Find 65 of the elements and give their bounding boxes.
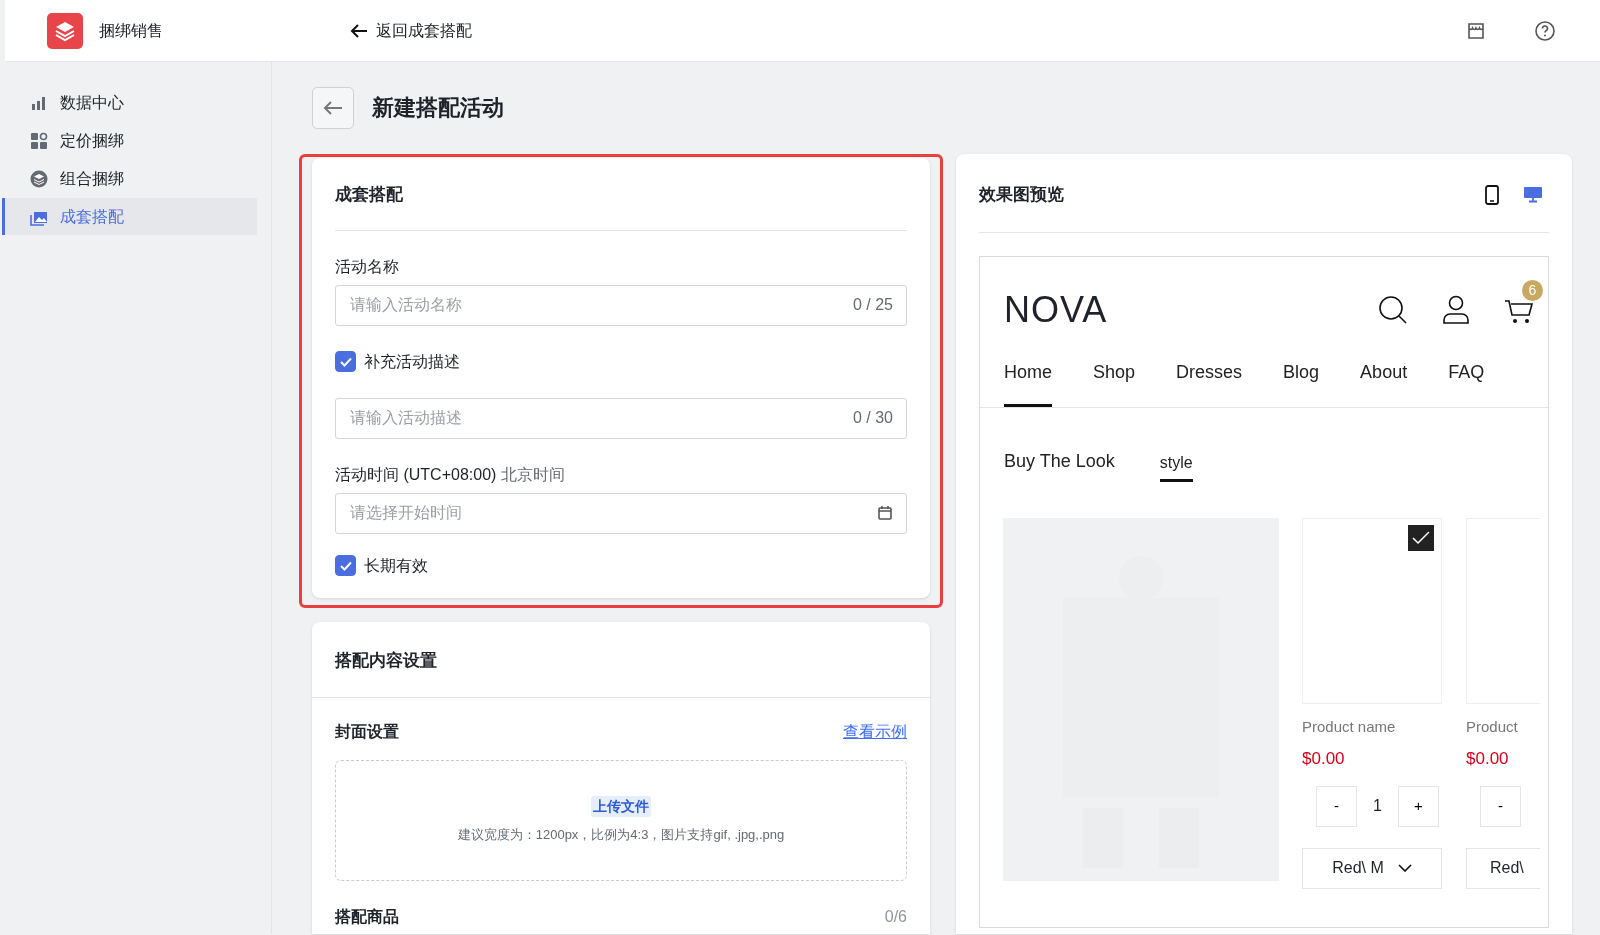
store-icon[interactable] [1466,20,1486,41]
arrow-left-icon [350,22,368,39]
calendar-icon[interactable] [877,505,893,521]
increase-button[interactable]: + [1398,785,1439,827]
nav-link[interactable]: Shop [1093,358,1136,407]
nav-link[interactable]: Dresses [1176,358,1243,407]
store-logo: NOVA [1004,287,1108,332]
card-title: 效果图预览 [979,184,1064,206]
grid-icon [30,131,48,150]
variant-select[interactable]: Red\ M [1302,847,1442,889]
example-link[interactable]: 查看示例 [843,720,907,744]
field-label: 活动时间 (UTC+08:00) [335,465,497,483]
search-icon[interactable] [1378,294,1408,325]
chevron-down-icon [1397,864,1412,872]
back-button[interactable] [312,87,354,129]
upload-area[interactable]: 上传文件 建议宽度为：1200px，比例为4:3，图片支持gif, .jpg,.png [335,760,907,881]
sidebar-item[interactable]: 定价捆绑 [2,122,257,159]
tab[interactable]: Buy The Look [1004,447,1115,482]
check-icon [339,356,352,367]
page-title: 新建搭配活动 [372,94,504,122]
card-title: 搭配内容设置 [312,621,930,698]
card-title: 成套搭配 [335,158,907,231]
decrease-button[interactable]: - [1316,785,1357,827]
product-price: $0.00 [1466,748,1510,770]
date-field[interactable]: 请选择开始时间 [335,492,907,534]
field-note: 北京时间 [500,465,565,483]
nav-link[interactable]: Blog [1283,358,1320,407]
checkbox[interactable] [335,555,356,576]
product-name: Product [1466,716,1519,737]
product-name: Product name [1302,716,1397,737]
cart-badge: 6 [1522,279,1543,301]
layers-icon [30,169,48,188]
check-icon [339,560,352,571]
product-count: 0/6 [884,907,907,927]
upload-hint: 建议宽度为：1200px，比例为4:3，图片支持gif, .jpg,.png [457,826,785,845]
variant-select[interactable]: Red\ [1466,847,1540,889]
sidebar-item[interactable]: 数据中心 [2,84,257,121]
help-icon[interactable] [1534,19,1556,42]
upload-button[interactable]: 上传文件 [591,796,651,818]
product-price: $0.00 [1302,748,1346,770]
sidebar-item[interactable]: 组合捆绑 [2,160,257,197]
sidebar-item[interactable]: 成套搭配 [2,198,257,235]
nav-link[interactable]: Home [1004,358,1052,407]
user-icon[interactable] [1442,294,1470,325]
section-title: 搭配商品 [335,907,399,927]
app-name: 捆绑销售 [99,20,163,41]
field-label: 活动名称 [335,257,399,275]
nav-link[interactable]: FAQ [1448,358,1485,407]
character-counter: 0 / 25 [852,295,893,315]
decrease-button[interactable]: - [1480,785,1521,827]
check-icon [1412,530,1430,545]
back-link[interactable]: 返回成套搭配 [350,18,472,43]
arrow-left-icon [323,100,343,116]
monitor-icon[interactable] [1523,185,1543,204]
tab[interactable]: style [1159,450,1193,482]
checkbox[interactable] [1408,524,1434,551]
quantity: 1 [1372,796,1383,816]
character-counter: 0 / 30 [852,408,893,428]
nav-link[interactable]: About [1360,358,1408,407]
checkbox[interactable] [335,351,356,372]
section-title: 封面设置 [335,722,399,742]
phone-icon[interactable] [1485,184,1499,205]
checkbox-label: 补充活动描述 [364,351,460,372]
checkbox-label: 长期有效 [364,555,428,576]
logo-icon [47,12,83,49]
